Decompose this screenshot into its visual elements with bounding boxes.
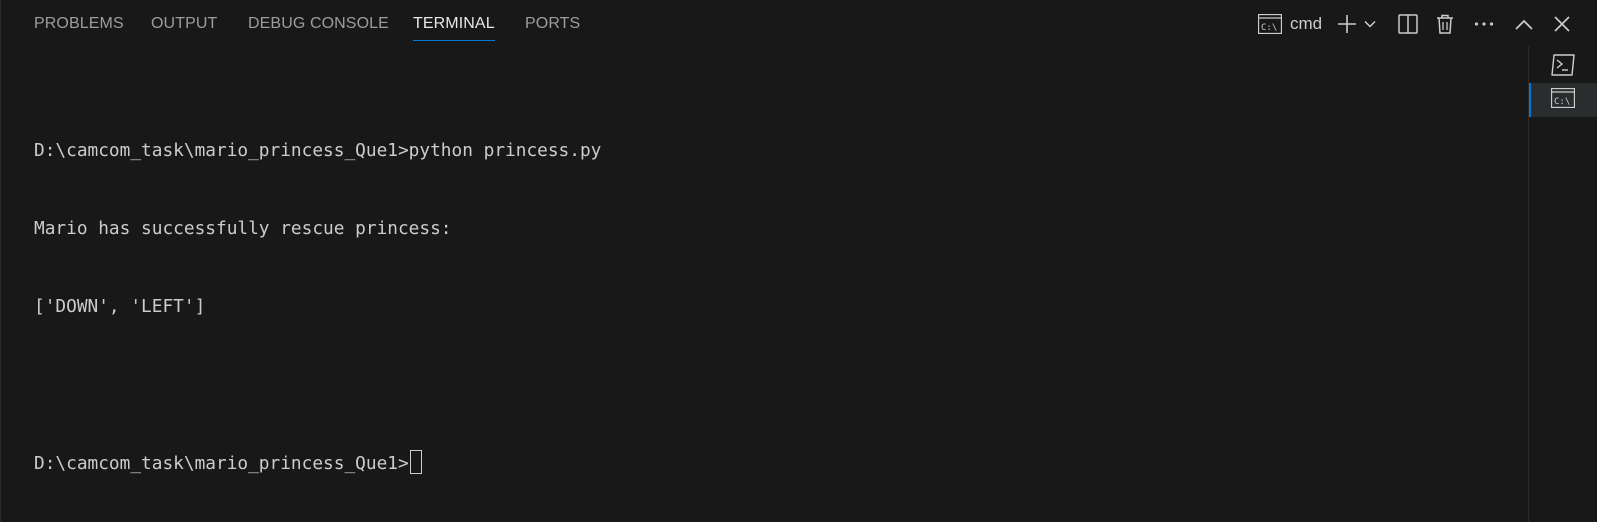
terminal-list-divider	[1528, 46, 1529, 522]
terminal-line-result: ['DOWN', 'LEFT']	[34, 296, 206, 317]
kill-terminal-button[interactable]	[1431, 10, 1459, 38]
tab-output[interactable]: OUTPUT	[151, 15, 217, 41]
terminal-list-item-2[interactable]: C:\	[1529, 83, 1597, 117]
terminal-output[interactable]: D:\camcom_task\mario_princess_Que1>pytho…	[34, 86, 1504, 506]
terminal-cursor	[409, 450, 422, 474]
maximize-panel-button[interactable]	[1510, 10, 1538, 38]
shell-label: cmd	[1290, 14, 1323, 33]
panel-edge	[0, 0, 1, 522]
terminal-prompt: D:\camcom_task\mario_princess_Que1>	[34, 453, 409, 474]
terminal-line-command: D:\camcom_task\mario_princess_Que1>pytho…	[34, 140, 602, 161]
launch-profile-button[interactable]	[1361, 10, 1379, 38]
tab-terminal[interactable]: TERMINAL	[413, 15, 495, 41]
close-panel-button[interactable]	[1548, 10, 1576, 38]
svg-text:C:\: C:\	[1261, 23, 1277, 33]
split-icon	[1398, 14, 1418, 34]
terminal-line-output: Mario has successfully rescue princess:	[34, 218, 452, 239]
ellipsis-icon	[1474, 22, 1494, 26]
powershell-icon	[1551, 53, 1575, 81]
shell-selector-button[interactable]: C:\ cmd	[1258, 10, 1326, 38]
tab-debug-console[interactable]: DEBUG CONSOLE	[248, 15, 389, 41]
cmd-terminal-icon: C:\	[1258, 14, 1282, 34]
new-terminal-button[interactable]	[1334, 10, 1360, 38]
more-actions-button[interactable]	[1470, 10, 1498, 38]
svg-text:C:\: C:\	[1554, 97, 1570, 107]
tab-ports[interactable]: PORTS	[525, 15, 580, 41]
close-icon	[1554, 16, 1570, 32]
terminal-list-item-1[interactable]	[1529, 50, 1597, 84]
tab-problems[interactable]: PROBLEMS	[34, 15, 124, 41]
cmd-terminal-icon: C:\	[1550, 87, 1576, 113]
plus-icon	[1337, 14, 1357, 34]
chevron-up-icon	[1515, 19, 1533, 30]
trash-icon	[1436, 14, 1454, 34]
chevron-down-icon	[1364, 20, 1376, 28]
terminal-panel: PROBLEMS OUTPUT DEBUG CONSOLE TERMINAL P…	[0, 0, 1597, 522]
panel-tab-bar: PROBLEMS OUTPUT DEBUG CONSOLE TERMINAL P…	[0, 0, 1597, 46]
terminal-line-prompt: D:\camcom_task\mario_princess_Que1>	[34, 450, 1504, 476]
split-terminal-button[interactable]	[1394, 10, 1422, 38]
